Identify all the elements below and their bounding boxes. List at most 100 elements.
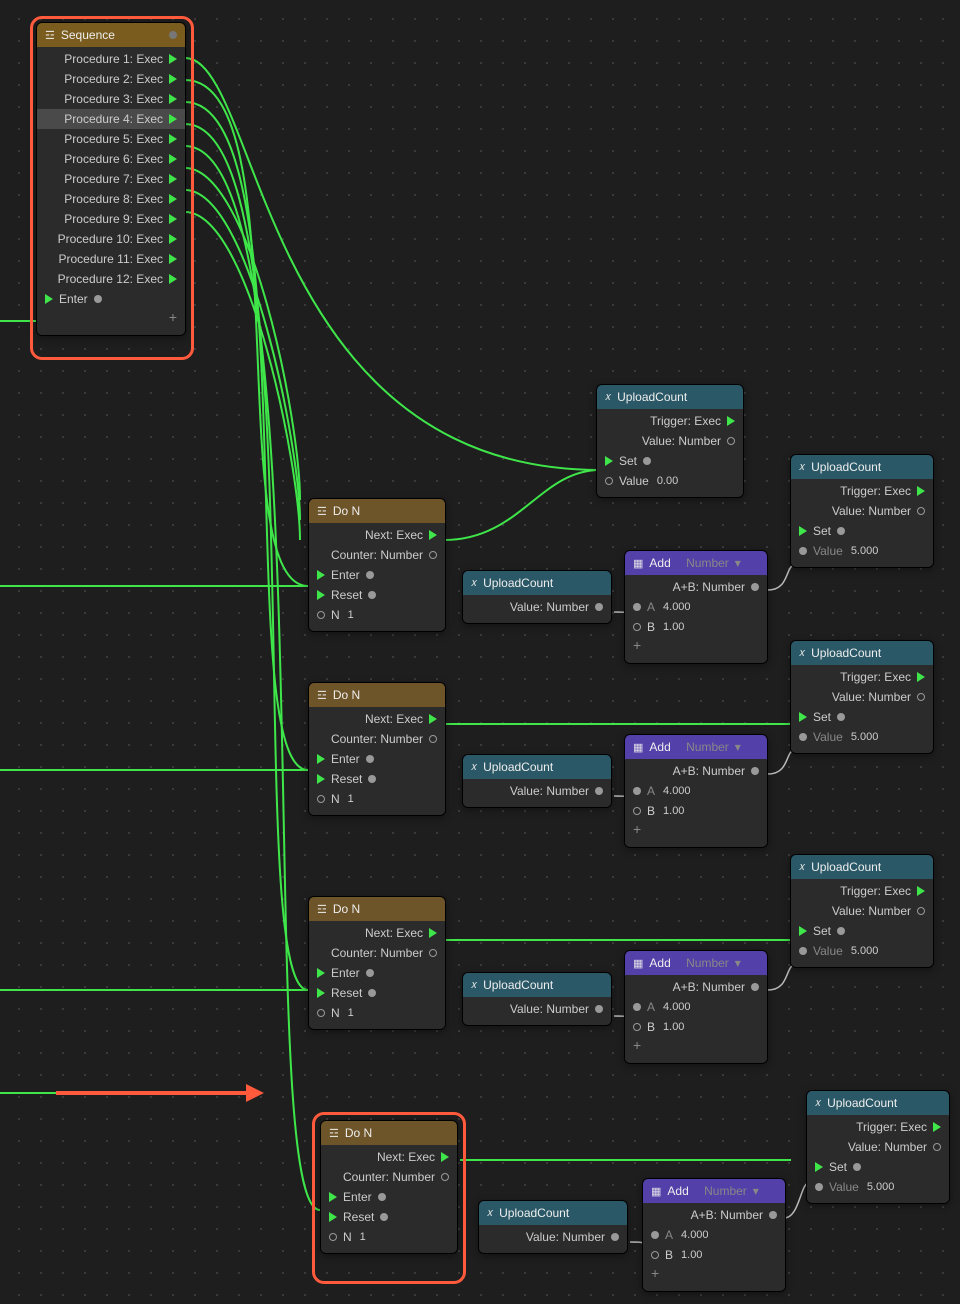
uploadcount-value-output[interactable]: Value: Number <box>807 1137 949 1157</box>
uploadcount-value-output[interactable]: Value: Number <box>463 781 611 801</box>
do-n-node[interactable]: ☲Do N Next: Exec Counter: Number Enter R… <box>308 896 446 1030</box>
add-output[interactable]: A+B: Number <box>625 977 767 997</box>
uploadcount-trigger-output[interactable]: Trigger: Exec <box>791 667 933 687</box>
uploadcount-set-input[interactable]: Set <box>807 1157 949 1177</box>
do-n-counter-output[interactable]: Counter: Number <box>321 1167 457 1187</box>
add-operand-button[interactable]: + <box>625 821 767 841</box>
add-b-input[interactable]: B1.00 <box>625 1017 767 1037</box>
sequence-output[interactable]: Procedure 12: Exec <box>37 269 185 289</box>
node-canvas[interactable]: ☲ Sequence Procedure 1: Exec Procedure 2… <box>0 0 960 1304</box>
add-a-input[interactable]: A4.000 <box>625 781 767 801</box>
uploadcount-value-input[interactable]: Value5.000 <box>807 1177 949 1197</box>
uploadcount-get-node[interactable]: 𝑥UploadCount Value: Number <box>462 754 612 808</box>
dropdown-icon[interactable]: ▾ <box>753 1184 759 1198</box>
uploadcount-value-input[interactable]: Value5.000 <box>791 941 933 961</box>
add-operand-button[interactable]: + <box>643 1265 785 1285</box>
uploadcount-trigger-output[interactable]: Trigger: Exec <box>597 411 743 431</box>
uploadcount-trigger-output[interactable]: Trigger: Exec <box>791 481 933 501</box>
uploadcount-value-output[interactable]: Value: Number <box>597 431 743 451</box>
uploadcount-set-input[interactable]: Set <box>791 921 933 941</box>
uploadcount-trigger-output[interactable]: Trigger: Exec <box>791 881 933 901</box>
add-b-input[interactable]: B1.00 <box>643 1245 785 1265</box>
add-a-input[interactable]: A4.000 <box>643 1225 785 1245</box>
uploadcount-set-node[interactable]: 𝑥UploadCount Trigger: Exec Value: Number… <box>790 854 934 968</box>
do-n-node[interactable]: ☲Do N Next: Exec Counter: Number Enter R… <box>320 1120 458 1254</box>
do-n-node[interactable]: ☲ Do N Next: Exec Counter: Number Enter … <box>308 498 446 632</box>
uploadcount-set-input[interactable]: Set <box>791 707 933 727</box>
do-n-n-input[interactable]: N1 <box>321 1227 457 1247</box>
do-n-n-input[interactable]: N1 <box>309 605 445 625</box>
do-n-reset-input[interactable]: Reset <box>309 769 445 789</box>
add-output[interactable]: A+B: Number <box>625 761 767 781</box>
add-operand-button[interactable]: + <box>625 637 767 657</box>
do-n-counter-output[interactable]: Counter: Number <box>309 729 445 749</box>
add-a-input[interactable]: A4.000 <box>625 997 767 1017</box>
uploadcount-value-input[interactable]: Value5.000 <box>791 727 933 747</box>
do-n-enter-input[interactable]: Enter <box>309 963 445 983</box>
uploadcount-value-input[interactable]: Value5.000 <box>791 541 933 561</box>
uploadcount-get-node[interactable]: 𝑥UploadCount Value: Number <box>462 570 612 624</box>
do-n-next-output[interactable]: Next: Exec <box>321 1147 457 1167</box>
sequence-output[interactable]: Procedure 5: Exec <box>37 129 185 149</box>
uploadcount-trigger-output[interactable]: Trigger: Exec <box>807 1117 949 1137</box>
uploadcount-value-output[interactable]: Value: Number <box>463 999 611 1019</box>
dropdown-icon[interactable]: ▾ <box>735 956 741 970</box>
uploadcount-value-output[interactable]: Value: Number <box>463 597 611 617</box>
uploadcount-set-input[interactable]: Set <box>597 451 743 471</box>
sequence-output[interactable]: Procedure 9: Exec <box>37 209 185 229</box>
add-output[interactable]: A+B: Number <box>625 577 767 597</box>
uploadcount-set-node[interactable]: 𝑥UploadCount Trigger: Exec Value: Number… <box>790 454 934 568</box>
do-n-next-output[interactable]: Next: Exec <box>309 525 445 545</box>
do-n-enter-input[interactable]: Enter <box>309 749 445 769</box>
add-a-input[interactable]: A4.000 <box>625 597 767 617</box>
do-n-node[interactable]: ☲Do N Next: Exec Counter: Number Enter R… <box>308 682 446 816</box>
do-n-reset-input[interactable]: Reset <box>309 983 445 1003</box>
dropdown-icon[interactable]: ▾ <box>735 556 741 570</box>
add-node[interactable]: ▦Add Number▾ A+B: Number A4.000 B1.00 + <box>624 950 768 1064</box>
sequence-enter[interactable]: Enter <box>37 289 185 309</box>
do-n-next-output[interactable]: Next: Exec <box>309 923 445 943</box>
uploadcount-value-input[interactable]: Value0.00 <box>597 471 743 491</box>
sequence-output[interactable]: Procedure 10: Exec <box>37 229 185 249</box>
do-n-enter-input[interactable]: Enter <box>321 1187 457 1207</box>
sequence-output[interactable]: Procedure 1: Exec <box>37 49 185 69</box>
uploadcount-get-node[interactable]: 𝑥UploadCount Value: Number <box>462 972 612 1026</box>
do-n-next-output[interactable]: Next: Exec <box>309 709 445 729</box>
do-n-n-input[interactable]: N1 <box>309 1003 445 1023</box>
do-n-enter-input[interactable]: Enter <box>309 565 445 585</box>
sequence-node[interactable]: ☲ Sequence Procedure 1: Exec Procedure 2… <box>36 22 186 336</box>
sequence-output[interactable]: Procedure 4: Exec <box>37 109 185 129</box>
do-n-reset-input[interactable]: Reset <box>309 585 445 605</box>
add-node[interactable]: ▦Add Number▾ A+B: Number A4.000 B1.00 + <box>642 1178 786 1292</box>
sequence-header[interactable]: ☲ Sequence <box>37 23 185 47</box>
do-n-header[interactable]: ☲ Do N <box>309 499 445 523</box>
uploadcount-set-input[interactable]: Set <box>791 521 933 541</box>
dropdown-icon[interactable]: ▾ <box>735 740 741 754</box>
uploadcount-value-output[interactable]: Value: Number <box>791 687 933 707</box>
sequence-output[interactable]: Procedure 11: Exec <box>37 249 185 269</box>
do-n-n-input[interactable]: N1 <box>309 789 445 809</box>
add-output[interactable]: A+B: Number <box>643 1205 785 1225</box>
sequence-output[interactable]: Procedure 7: Exec <box>37 169 185 189</box>
add-node[interactable]: ▦Add Number▾ A+B: Number A4.000 B1.00 + <box>624 734 768 848</box>
add-operand-button[interactable]: + <box>625 1037 767 1057</box>
exec-out-icon <box>169 54 177 64</box>
uploadcount-set-node[interactable]: 𝑥UploadCount Trigger: Exec Value: Number… <box>596 384 744 498</box>
add-node[interactable]: ▦Add Number▾ A+B: Number A4.000 B1.00 + <box>624 550 768 664</box>
uploadcount-get-node[interactable]: 𝑥UploadCount Value: Number <box>478 1200 628 1254</box>
sequence-output[interactable]: Procedure 2: Exec <box>37 69 185 89</box>
sequence-output[interactable]: Procedure 6: Exec <box>37 149 185 169</box>
uploadcount-value-output[interactable]: Value: Number <box>791 901 933 921</box>
do-n-counter-output[interactable]: Counter: Number <box>309 943 445 963</box>
add-b-input[interactable]: B1.00 <box>625 617 767 637</box>
uploadcount-set-node[interactable]: 𝑥UploadCount Trigger: Exec Value: Number… <box>806 1090 950 1204</box>
add-output-button[interactable]: + <box>37 309 185 329</box>
add-b-input[interactable]: B1.00 <box>625 801 767 821</box>
sequence-output[interactable]: Procedure 8: Exec <box>37 189 185 209</box>
do-n-counter-output[interactable]: Counter: Number <box>309 545 445 565</box>
sequence-output[interactable]: Procedure 3: Exec <box>37 89 185 109</box>
uploadcount-value-output[interactable]: Value: Number <box>479 1227 627 1247</box>
uploadcount-set-node[interactable]: 𝑥UploadCount Trigger: Exec Value: Number… <box>790 640 934 754</box>
do-n-reset-input[interactable]: Reset <box>321 1207 457 1227</box>
uploadcount-value-output[interactable]: Value: Number <box>791 501 933 521</box>
